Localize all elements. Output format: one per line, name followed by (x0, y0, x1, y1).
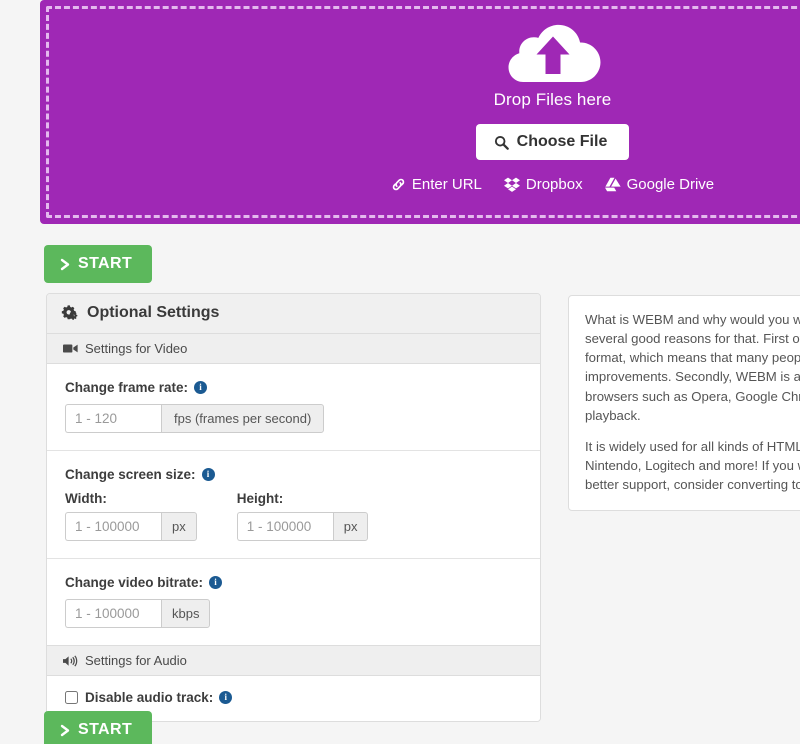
video-camera-icon (63, 344, 78, 353)
frame-rate-row: Change frame rate: i fps (frames per sec… (47, 364, 540, 451)
start-button-top-label: START (78, 255, 133, 272)
width-unit: px (161, 512, 197, 541)
disable-audio-label: Disable audio track: (85, 690, 214, 705)
dropbox-label: Dropbox (525, 176, 583, 193)
width-label: Width: (65, 491, 107, 506)
cogs-icon (61, 305, 78, 320)
height-input[interactable] (236, 512, 333, 541)
magnifier-icon (494, 135, 509, 150)
frame-rate-input-group: fps (frames per second) (65, 404, 325, 433)
frame-rate-unit: fps (frames per second) (161, 404, 325, 433)
screen-size-label: Change screen size: (65, 467, 196, 482)
start-button-bottom-label: START (78, 721, 133, 738)
width-field-wrap: Width: px (65, 491, 197, 541)
choose-file-button[interactable]: Choose File (475, 124, 630, 160)
disable-audio-label-group: Disable audio track: i (85, 690, 233, 705)
choose-file-label: Choose File (516, 133, 608, 150)
format-info-paragraph-1: What is WEBM and why would you want seve… (585, 312, 800, 423)
format-info-paragraph-2: It is widely used for all kinds of HTML5… (585, 438, 800, 493)
frame-rate-label: Change frame rate: (65, 380, 189, 395)
settings-for-video-header: Settings for Video (47, 334, 540, 364)
video-bitrate-info-icon[interactable]: i (209, 576, 223, 589)
start-button-bottom[interactable]: START (44, 711, 153, 744)
cloud-upload-icon (508, 24, 600, 83)
google-drive-label: Google Drive (626, 176, 715, 193)
video-bitrate-row: Change video bitrate: i kbps (47, 559, 540, 646)
width-input-group: px (65, 512, 197, 541)
format-info-box: What is WEBM and why would you want seve… (568, 295, 800, 512)
optional-settings-title: Optional Settings (87, 304, 220, 321)
enter-url-link[interactable]: Enter URL (391, 176, 482, 193)
frame-rate-label-group: Change frame rate: i (65, 380, 522, 395)
video-bitrate-unit: kbps (161, 599, 211, 628)
disable-audio-info-icon[interactable]: i (219, 691, 233, 704)
settings-for-audio-title: Settings for Audio (85, 653, 187, 668)
height-unit: px (332, 512, 369, 541)
video-bitrate-input[interactable] (65, 599, 161, 628)
link-icon (392, 178, 405, 191)
height-field-wrap: Height: px (236, 491, 369, 541)
optional-settings-header: Optional Settings (47, 294, 540, 334)
width-input[interactable] (65, 512, 161, 541)
screen-size-fields: Width: px Height: px (65, 491, 522, 541)
google-drive-link[interactable]: Google Drive (604, 176, 715, 193)
enter-url-label: Enter URL (411, 176, 482, 193)
chevron-right-icon (60, 724, 70, 736)
page-root: Drop Files here Choose File Enter URL Dr… (0, 0, 800, 744)
chevron-right-icon (60, 258, 70, 270)
file-dropzone[interactable]: Drop Files here Choose File Enter URL Dr… (40, 0, 800, 224)
screen-size-info-icon[interactable]: i (201, 468, 215, 481)
settings-for-audio-header: Settings for Audio (47, 646, 540, 676)
drop-files-label: Drop Files here (493, 90, 612, 109)
video-bitrate-label: Change video bitrate: (65, 575, 204, 590)
dropzone-source-links: Enter URL Dropbox Google Drive (40, 176, 800, 193)
frame-rate-input[interactable] (65, 404, 161, 433)
screen-size-label-group: Change screen size: i (65, 467, 522, 482)
video-bitrate-label-group: Change video bitrate: i (65, 575, 522, 590)
frame-rate-info-icon[interactable]: i (194, 381, 208, 394)
video-bitrate-input-group: kbps (65, 599, 211, 628)
start-button-top[interactable]: START (44, 245, 153, 283)
screen-size-row: Change screen size: i Width: px Height: … (47, 451, 540, 559)
optional-settings-panel: Optional Settings Settings for Video Cha… (46, 293, 541, 722)
settings-for-video-title: Settings for Video (85, 341, 188, 356)
height-input-group: px (236, 512, 369, 541)
volume-up-icon (63, 654, 78, 667)
disable-audio-checkbox[interactable] (65, 691, 78, 704)
height-label: Height: (236, 491, 284, 506)
google-drive-icon (604, 177, 621, 192)
dropbox-link[interactable]: Dropbox (503, 176, 583, 193)
dropzone-content: Drop Files here Choose File Enter URL Dr… (40, 14, 800, 193)
dropbox-icon (503, 177, 520, 192)
